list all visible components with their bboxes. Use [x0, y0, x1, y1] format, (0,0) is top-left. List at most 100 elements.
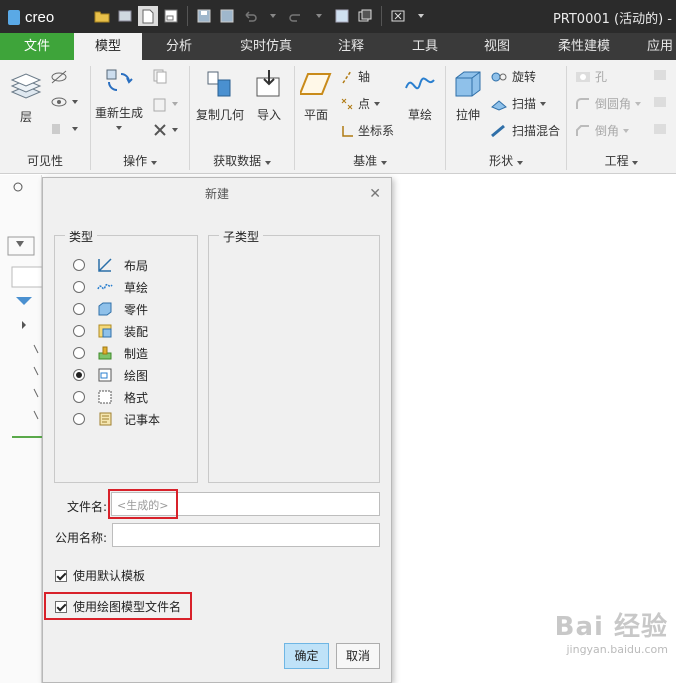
- title-bar: creo PRT0001 (活动的) -: [0, 0, 676, 33]
- radio-button[interactable]: [73, 391, 85, 403]
- type-option-format[interactable]: 格式: [73, 387, 148, 407]
- common-name-label: 公用名称:: [55, 531, 108, 545]
- tab-analysis[interactable]: 分析: [148, 33, 210, 60]
- type-option-manufacturing[interactable]: 制造: [73, 343, 148, 363]
- hole-button[interactable]: 孔: [575, 68, 607, 85]
- ok-button[interactable]: 确定: [284, 643, 329, 669]
- shell-icon[interactable]: [652, 95, 668, 109]
- sweep-button[interactable]: 扫描: [490, 95, 547, 112]
- close-window-icon[interactable]: [388, 6, 408, 26]
- window-title: PRT0001 (活动的) -: [552, 12, 672, 27]
- status-icon[interactable]: [50, 122, 78, 136]
- paste-icon[interactable]: [152, 96, 178, 112]
- undo-icon[interactable]: [240, 6, 260, 26]
- layer-label: 层: [19, 110, 32, 124]
- save-icon[interactable]: [194, 6, 214, 26]
- customize-qat-icon[interactable]: [411, 6, 431, 26]
- open-recent-icon[interactable]: [115, 6, 135, 26]
- copy-geometry-button[interactable]: 复制几何: [196, 68, 244, 123]
- tab-file[interactable]: 文件: [0, 33, 74, 60]
- point-button[interactable]: 点: [340, 95, 381, 112]
- new-file-icon[interactable]: [138, 6, 158, 26]
- sketch-button[interactable]: 草绘: [404, 68, 436, 123]
- undo-dropdown-icon[interactable]: [263, 6, 283, 26]
- quick-access-toolbar: [92, 6, 431, 26]
- group-label-engineering[interactable]: 工程: [567, 152, 676, 169]
- radio-button[interactable]: [73, 281, 85, 293]
- tab-flexible-modeling[interactable]: 柔性建模: [546, 33, 622, 60]
- regenerate-icon[interactable]: [332, 6, 352, 26]
- round-icon: [576, 97, 589, 109]
- type-option-assembly[interactable]: 装配: [73, 321, 148, 341]
- delete-icon[interactable]: [152, 122, 178, 138]
- copy-geometry-icon: [207, 71, 231, 97]
- regenerate-button[interactable]: 重新生成: [95, 66, 143, 130]
- filename-highlight-box: [108, 489, 178, 519]
- tab-applications[interactable]: 应用: [640, 33, 676, 60]
- show-icon[interactable]: [50, 95, 78, 109]
- checkbox-checked[interactable]: [55, 569, 67, 582]
- hole-icon: [576, 71, 590, 82]
- radio-button[interactable]: [73, 347, 85, 359]
- notebook-icon: [99, 412, 112, 426]
- import-label: 导入: [256, 108, 281, 122]
- tab-view[interactable]: 视图: [468, 33, 526, 60]
- sketch-icon: [405, 77, 435, 90]
- save-copy-icon[interactable]: [217, 6, 237, 26]
- type-option-sketch[interactable]: 草绘: [73, 277, 148, 297]
- radio-button[interactable]: [73, 325, 85, 337]
- radio-button-selected[interactable]: [73, 369, 85, 381]
- watermark: Bai 经验 jingyan.baidu.com: [555, 606, 668, 656]
- group-label-operations[interactable]: 操作: [91, 152, 189, 169]
- draft-icon[interactable]: [652, 68, 668, 82]
- swept-blend-icon: [491, 124, 505, 137]
- common-name-input[interactable]: [112, 523, 380, 547]
- sketch-label: 草绘: [407, 108, 432, 122]
- extrude-button[interactable]: 拉伸: [452, 68, 484, 123]
- revolve-button[interactable]: 旋转: [490, 68, 536, 85]
- close-icon[interactable]: ✕: [369, 187, 381, 201]
- radio-button[interactable]: [73, 413, 85, 425]
- type-option-part[interactable]: 零件: [73, 299, 148, 319]
- manufacturing-icon: [98, 346, 112, 360]
- tab-tools[interactable]: 工具: [396, 33, 454, 60]
- tab-model[interactable]: 模型: [74, 33, 142, 60]
- new-drawing-icon[interactable]: [161, 6, 181, 26]
- axis-button[interactable]: 轴: [340, 68, 370, 85]
- import-button[interactable]: 导入: [253, 68, 285, 123]
- extrude-label: 拉伸: [455, 108, 480, 122]
- use-default-template-checkbox[interactable]: 使用默认模板: [55, 567, 145, 584]
- radio-button[interactable]: [73, 259, 85, 271]
- layer-button[interactable]: 层: [10, 70, 42, 125]
- type-option-layout[interactable]: 布局: [73, 255, 148, 275]
- chamfer-icon: [576, 124, 589, 136]
- open-folder-icon[interactable]: [92, 6, 112, 26]
- radio-button[interactable]: [73, 303, 85, 315]
- redo-dropdown-icon[interactable]: [309, 6, 329, 26]
- cancel-button[interactable]: 取消: [336, 643, 380, 669]
- rib-icon[interactable]: [652, 122, 668, 136]
- import-icon: [256, 70, 280, 97]
- checkbox-highlight-box: [44, 592, 192, 620]
- redo-icon[interactable]: [286, 6, 306, 26]
- csys-button[interactable]: 坐标系: [340, 122, 394, 139]
- type-option-drawing[interactable]: 绘图: [73, 365, 148, 385]
- group-label-get-data[interactable]: 获取数据: [190, 152, 294, 169]
- tab-live-simulation[interactable]: 实时仿真: [226, 33, 306, 60]
- type-option-notebook[interactable]: 记事本: [73, 409, 160, 429]
- copy-icon[interactable]: [152, 68, 168, 84]
- group-label-shapes[interactable]: 形状: [446, 152, 566, 169]
- tab-annotate[interactable]: 注释: [322, 33, 380, 60]
- revolve-icon: [491, 72, 507, 81]
- swept-blend-button[interactable]: 扫描混合: [490, 122, 560, 139]
- plane-icon: [300, 73, 332, 95]
- drawing-icon: [98, 368, 112, 382]
- windows-icon[interactable]: [355, 6, 375, 26]
- group-label-visibility: 可见性: [26, 154, 63, 168]
- round-button[interactable]: 倒圆角: [575, 95, 642, 112]
- plane-button[interactable]: 平面: [300, 68, 332, 123]
- dialog-title: 新建: [204, 187, 229, 201]
- chamfer-button[interactable]: 倒角: [575, 122, 630, 139]
- hide-icon[interactable]: [50, 70, 68, 84]
- group-label-datum[interactable]: 基准: [295, 152, 445, 169]
